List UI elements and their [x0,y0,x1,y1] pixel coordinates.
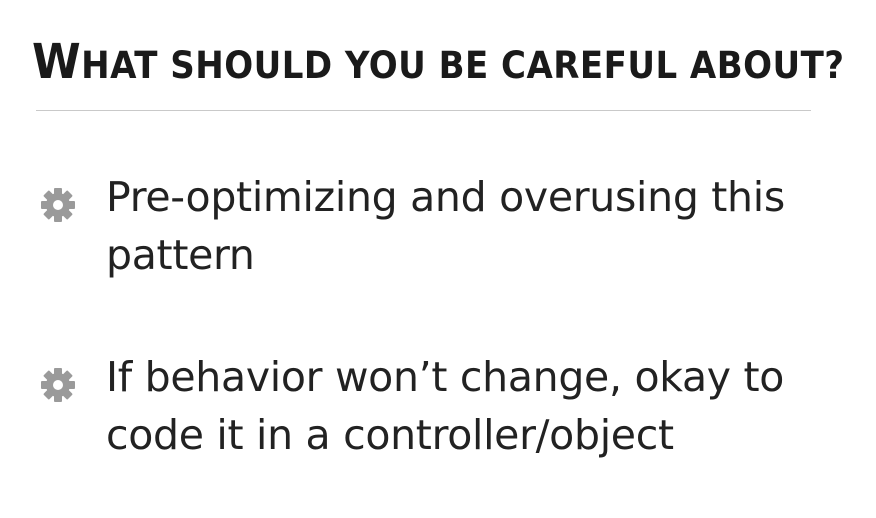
gear-icon [38,185,78,225]
gear-icon [38,365,78,405]
bullet-list: Pre-optimizing and overusing this patter… [36,168,836,518]
bullet-text-2: If behavior won’t change, okay to code i… [106,353,785,459]
bullet-text-1: Pre-optimizing and overusing this patter… [106,173,785,279]
slide-title-initial: W [32,34,82,90]
bullet-item-2: If behavior won’t change, okay to code i… [36,348,836,464]
slide-title-rest: HAT SHOULD YOU BE CAREFUL ABOUT? [81,44,845,87]
slide: WHAT SHOULD YOU BE CAREFUL ABOUT? Pre-op… [0,0,876,518]
title-divider [36,110,811,111]
slide-title: WHAT SHOULD YOU BE CAREFUL ABOUT? [32,22,845,106]
bullet-item-1: Pre-optimizing and overusing this patter… [36,168,836,284]
